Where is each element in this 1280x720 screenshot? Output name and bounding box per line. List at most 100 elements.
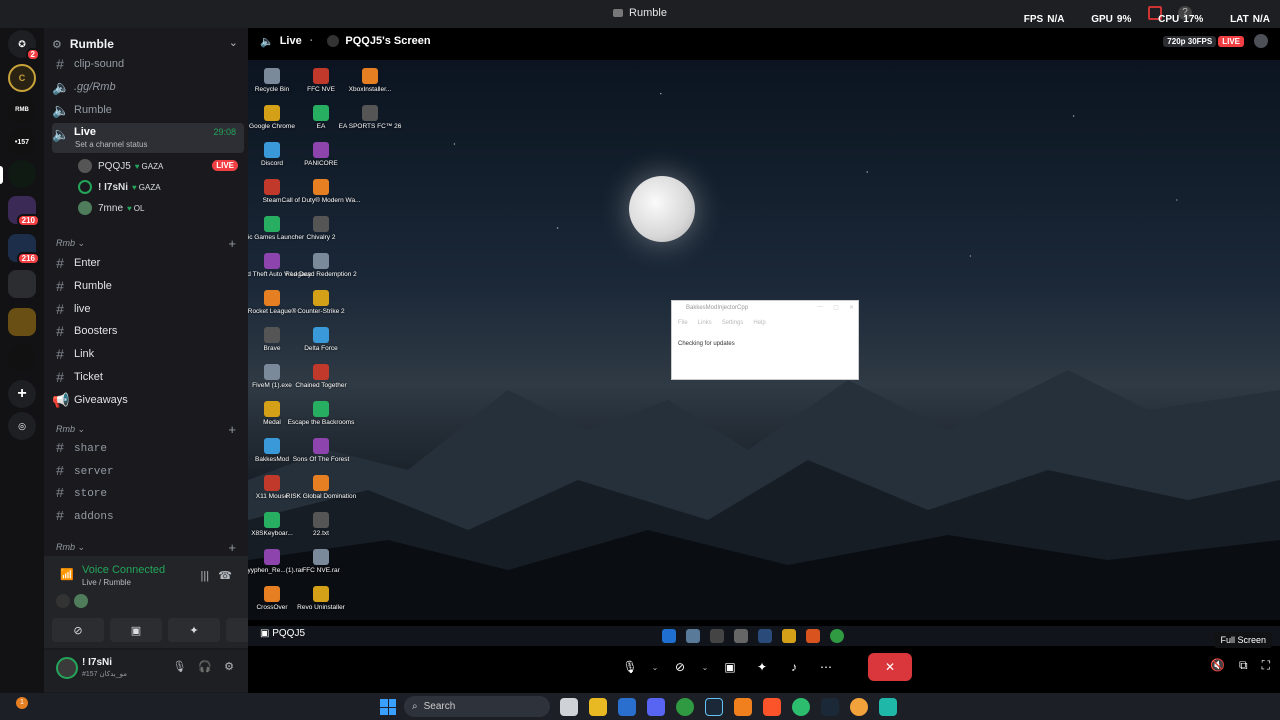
desktop-icon[interactable]: Revo Uninstaller [297, 586, 345, 624]
category-rmb-3[interactable]: Rmb ⌄ + [56, 540, 242, 555]
avatar[interactable] [56, 594, 70, 608]
server-folder-4-icon[interactable] [8, 308, 36, 336]
desktop-icon[interactable]: FFC NVE.rar [297, 549, 345, 587]
desktop-icon[interactable]: BakkesMod [248, 438, 296, 476]
channel-clip-sound[interactable]: # clip-sound [52, 53, 244, 75]
desktop-icon[interactable]: Rocket League® [248, 290, 296, 328]
activities-button[interactable]: ✦ [168, 618, 220, 642]
voice-user-pqqj5[interactable]: PQQJ5 GAZA LIVE [78, 156, 248, 176]
headphones-icon[interactable]: 🎧 [198, 660, 212, 673]
windows-start-icon[interactable] [380, 699, 396, 715]
discord-icon[interactable] [647, 698, 665, 716]
server-rumble-icon[interactable]: RMB [8, 96, 36, 124]
channel-boosters[interactable]: # Boosters [52, 320, 244, 342]
voice-status[interactable]: Voice Connected [82, 564, 165, 576]
desktop-icon[interactable]: EA SPORTS FC™ 26 [339, 105, 401, 143]
discord-home-icon[interactable]: ✪ 2 [8, 30, 40, 61]
desktop-icon[interactable]: Recycle Bin [248, 68, 296, 106]
desktop-icon[interactable]: Counter-Strike 2 [297, 290, 345, 328]
microphone-icon[interactable]: 🎙 [172, 660, 186, 673]
server-folder-icon[interactable]: 210 [8, 196, 40, 227]
create-channel-icon[interactable]: + [228, 236, 236, 251]
camera-off-button[interactable]: ⊘ [52, 618, 104, 642]
app-icon[interactable] [879, 698, 897, 716]
username[interactable]: ! I7sNi [82, 657, 112, 668]
channel-store[interactable]: # store [52, 483, 244, 505]
create-channel-icon[interactable]: + [228, 540, 236, 555]
steam-icon[interactable] [821, 698, 839, 716]
channel-server[interactable]: # server [52, 461, 244, 483]
channel-addons[interactable]: # addons [52, 506, 244, 528]
channel-rumble-voice[interactable]: 🔈 Rumble [52, 99, 244, 121]
server-folder-2-icon[interactable]: 216 [8, 234, 40, 265]
channel-rumble[interactable]: # Rumble [52, 275, 244, 297]
desktop-icon[interactable]: FFC NVE [297, 68, 345, 106]
chat-icon[interactable] [1254, 34, 1268, 48]
desktop-icon[interactable]: Delta Force [297, 327, 345, 365]
channel-share[interactable]: # share [52, 438, 244, 460]
app-icon[interactable] [792, 698, 810, 716]
signal-icon[interactable]: 📶 [60, 568, 74, 581]
notification-badge[interactable]: 1 [16, 697, 28, 709]
voice-user-7mne[interactable]: 7mne OL [78, 198, 248, 218]
noise-suppression-icon[interactable]: ||| [201, 570, 210, 582]
desktop-icon[interactable]: FiveM (1).exe [248, 364, 296, 402]
voice-user-i7sni[interactable]: ! I7sNi GAZA [78, 177, 248, 197]
soundboard-button[interactable]: ♪ [780, 653, 808, 681]
channel-enter[interactable]: # Enter [52, 252, 244, 274]
add-server-icon[interactable]: + [8, 380, 36, 408]
desktop-icon[interactable]: Brave [248, 327, 296, 365]
desktop-icon[interactable]: PANICORE [297, 142, 345, 180]
desktop-icon[interactable]: Call of Duty® Modern Wa... [282, 179, 360, 217]
category-rmb-2[interactable]: Rmb ⌄ + [56, 422, 242, 437]
gear-icon[interactable]: ⚙ [224, 660, 234, 673]
channel-giveaways[interactable]: 📢 Giveaways [52, 389, 244, 411]
channel-live-active[interactable]: 🔈 Live Set a channel status 29:08 [52, 123, 244, 153]
chrome-icon[interactable] [676, 698, 694, 716]
more-options-button[interactable]: ⋯ [812, 653, 840, 681]
mute-stream-icon[interactable]: 🔇 [1210, 658, 1225, 673]
desktop-icon[interactable]: Sons Of The Forest [293, 438, 349, 476]
voice-location[interactable]: Live / Rumble [82, 578, 131, 587]
pop-out-icon[interactable]: ⧉ [1239, 658, 1248, 673]
desktop-icon[interactable]: Epic Games Launcher [248, 216, 304, 254]
steam-icon[interactable] [705, 698, 723, 716]
activities-button[interactable]: ✦ [748, 653, 776, 681]
avatar[interactable] [56, 657, 78, 679]
channel-ticket[interactable]: # Ticket [52, 366, 244, 388]
file-explorer-icon[interactable] [589, 698, 607, 716]
microphone-button[interactable]: 🎙 [616, 653, 644, 681]
desktop-icon[interactable]: Chained Together [295, 364, 347, 402]
mic-options-chevron-icon[interactable]: ⌄ [648, 653, 662, 681]
camera-off-button[interactable]: ⊘ [666, 653, 694, 681]
channel-gg-rmb[interactable]: 🔈 .gg/Rmb [52, 76, 244, 98]
disconnect-icon[interactable]: ☎ [218, 570, 232, 582]
desktop-icon[interactable]: Red Dead Redemption 2 [285, 253, 357, 291]
camera-options-chevron-icon[interactable]: ⌄ [698, 653, 712, 681]
desktop-icon[interactable]: X8SKeyboar... [248, 512, 296, 550]
app-icon[interactable] [850, 698, 868, 716]
channel-link[interactable]: # Link [52, 343, 244, 365]
share-screen-button[interactable]: ▣ [716, 653, 744, 681]
share-screen-button[interactable]: ▣ [110, 618, 162, 642]
fivem-icon[interactable] [734, 698, 752, 716]
taskbar-search[interactable]: ⌕ Search [404, 696, 550, 717]
fullscreen-icon[interactable]: ⛶ [1262, 658, 1270, 673]
channel-live[interactable]: # live [52, 298, 244, 320]
desktop-icon[interactable]: XboxInstaller... [346, 68, 394, 106]
store-icon[interactable] [618, 698, 636, 716]
avatar[interactable] [74, 594, 88, 608]
desktop-icon[interactable]: Discord [248, 142, 296, 180]
create-channel-icon[interactable]: + [228, 422, 236, 437]
task-view-icon[interactable] [560, 698, 578, 716]
desktop-icon[interactable]: Escape the Backrooms [288, 401, 354, 439]
desktop-icon[interactable]: 22.txt [297, 512, 345, 550]
category-rmb-1[interactable]: Rmb ⌄ + [56, 236, 242, 251]
desktop-icon[interactable]: RISK Global Domination [286, 475, 356, 513]
server-folder-3-icon[interactable] [8, 270, 36, 298]
desktop-icon[interactable]: CrossOver [248, 586, 296, 624]
server-rumble-active-icon[interactable] [8, 160, 36, 188]
brave-icon[interactable] [763, 698, 781, 716]
channel-status[interactable]: Set a channel status [75, 140, 148, 149]
server-157-icon[interactable]: •157 [8, 128, 36, 156]
